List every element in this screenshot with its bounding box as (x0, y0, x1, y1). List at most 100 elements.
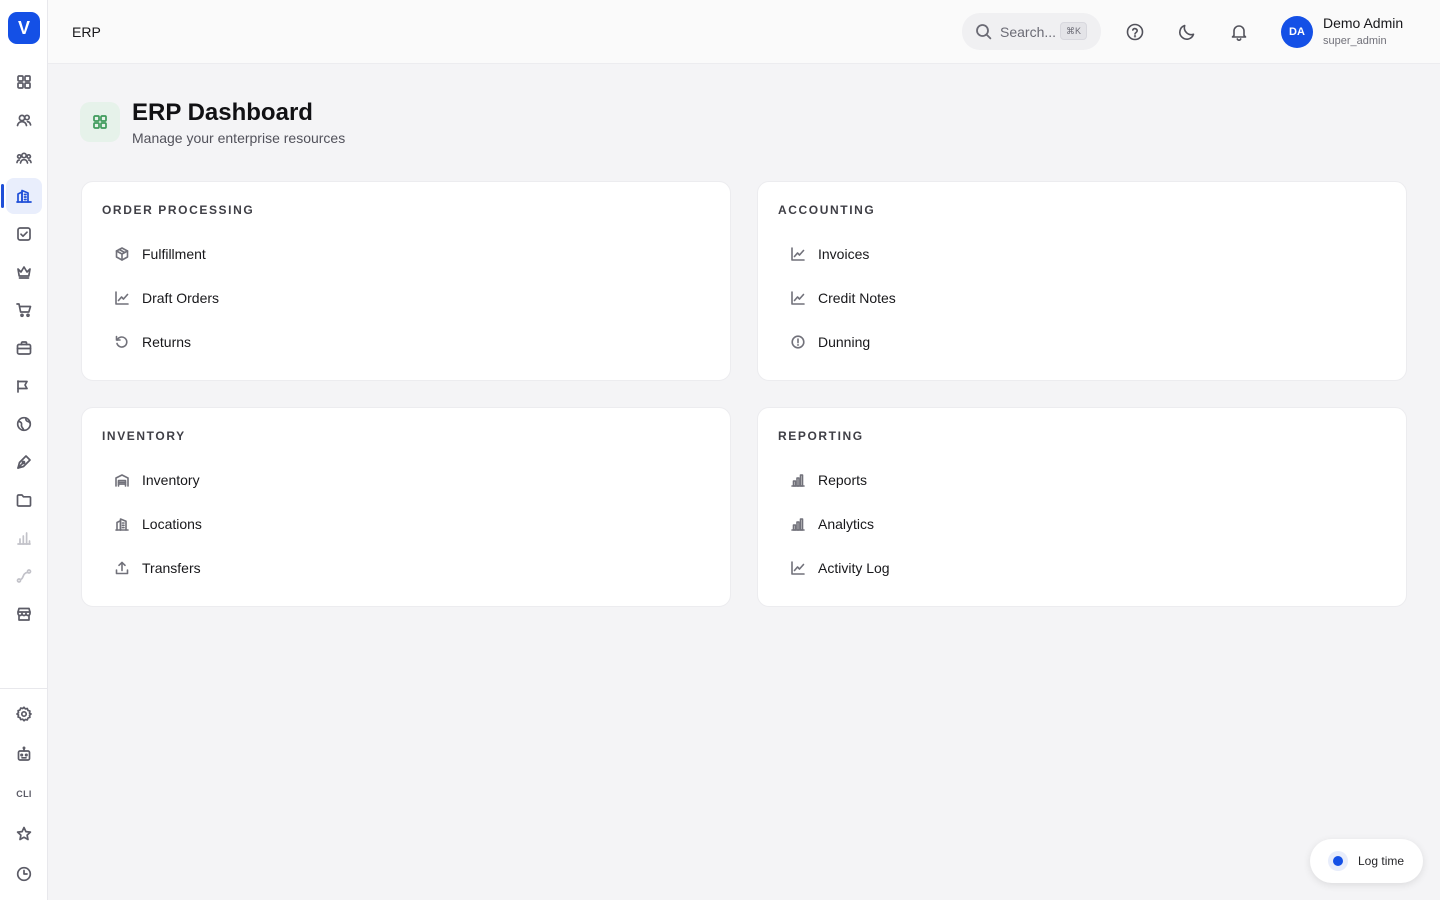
card-inventory: INVENTORY Inventory Locations Transfers (81, 407, 731, 607)
sidebar-divider (0, 688, 47, 689)
cli-label: CLI (16, 789, 32, 799)
bar-chart-icon (778, 473, 818, 487)
line-chart-icon (778, 561, 818, 575)
line-chart-icon (102, 291, 142, 305)
sidebar-item-workflows[interactable] (6, 558, 42, 594)
header-title: ERP (72, 24, 101, 40)
page-icon (80, 102, 120, 142)
sidebar-item-campaigns[interactable] (6, 368, 42, 404)
route-icon (16, 568, 32, 584)
sidebar-item-tasks[interactable] (6, 216, 42, 252)
app-logo[interactable]: V (8, 12, 40, 44)
link-analytics[interactable]: Analytics (778, 506, 1038, 542)
timer-icon (1328, 851, 1348, 871)
notifications-button[interactable] (1229, 22, 1249, 42)
star-icon (16, 826, 32, 842)
store-icon (16, 606, 32, 622)
user-role: super_admin (1323, 35, 1387, 47)
link-activity-log[interactable]: Activity Log (778, 550, 1038, 586)
line-chart-icon (778, 291, 818, 305)
moon-icon (1177, 22, 1197, 42)
cart-icon (16, 302, 32, 318)
top-header: ERP Search... ⌘K DA Demo Admin super_adm… (48, 0, 1440, 64)
link-returns[interactable]: Returns (102, 324, 362, 360)
link-label: Activity Log (818, 560, 890, 576)
log-time-button[interactable]: Log time (1310, 839, 1423, 883)
briefcase-icon (16, 340, 32, 356)
link-label: Credit Notes (818, 290, 896, 306)
theme-toggle-button[interactable] (1177, 22, 1197, 42)
megaphone-icon (16, 378, 32, 394)
link-label: Analytics (818, 516, 875, 532)
link-label: Reports (818, 472, 868, 488)
sidebar-item-design[interactable] (6, 444, 42, 480)
card-title: INVENTORY (102, 429, 186, 443)
link-inventory[interactable]: Inventory (102, 462, 362, 498)
globe-icon (16, 416, 32, 432)
team-icon (16, 150, 32, 166)
sidebar-item-store[interactable] (6, 596, 42, 632)
page-title: ERP Dashboard (132, 99, 313, 126)
link-label: Draft Orders (142, 290, 220, 306)
package-icon (102, 247, 142, 261)
building-icon (102, 517, 142, 531)
settings-button[interactable] (6, 696, 42, 732)
history-button[interactable] (6, 856, 42, 892)
user-name[interactable]: Demo Admin (1323, 15, 1403, 31)
link-label: Dunning (818, 334, 871, 350)
line-chart-icon (778, 247, 818, 261)
help-circle-icon (1125, 22, 1145, 42)
sidebar-item-stats[interactable] (6, 520, 42, 556)
link-label: Transfers (142, 560, 201, 576)
link-label: Returns (142, 334, 192, 350)
link-label: Inventory (142, 472, 200, 488)
cli-button[interactable]: CLI (6, 776, 42, 812)
link-reports[interactable]: Reports (778, 462, 1038, 498)
card-title: ORDER PROCESSING (102, 203, 255, 217)
clock-icon (16, 866, 32, 882)
link-transfers[interactable]: Transfers (102, 550, 362, 586)
upload-icon (102, 561, 142, 575)
sidebar-item-jobs[interactable] (6, 330, 42, 366)
link-dunning[interactable]: Dunning (778, 324, 1038, 360)
sidebar-item-teams[interactable] (6, 140, 42, 176)
link-credit-notes[interactable]: Credit Notes (778, 280, 1038, 316)
favorites-button[interactable] (6, 816, 42, 852)
help-button[interactable] (1125, 22, 1145, 42)
checkbox-icon (16, 226, 32, 242)
link-invoices[interactable]: Invoices (778, 236, 1038, 272)
gear-icon (16, 706, 32, 722)
users-icon (16, 112, 32, 128)
bell-icon (1229, 22, 1249, 42)
grid-icon (16, 74, 32, 90)
active-indicator (1, 184, 4, 208)
search-icon (975, 23, 992, 40)
alert-circle-icon (778, 335, 818, 349)
robot-icon (16, 746, 32, 762)
link-draft-orders[interactable]: Draft Orders (102, 280, 362, 316)
link-locations[interactable]: Locations (102, 506, 362, 542)
search-shortcut: ⌘K (1060, 22, 1087, 40)
sidebar-item-web[interactable] (6, 406, 42, 442)
building-icon (16, 188, 32, 204)
sidebar-item-premium[interactable] (6, 254, 42, 290)
sidebar-item-dashboard[interactable] (6, 64, 42, 100)
sidebar-item-shop[interactable] (6, 292, 42, 328)
folder-icon (16, 492, 32, 508)
card-title: ACCOUNTING (778, 203, 876, 217)
avatar[interactable]: DA (1281, 16, 1313, 48)
search-input[interactable]: Search... ⌘K (962, 13, 1101, 50)
search-placeholder: Search... (1000, 24, 1057, 40)
sidebar-item-users[interactable] (6, 102, 42, 138)
bot-button[interactable] (6, 736, 42, 772)
crown-icon (16, 264, 32, 280)
sidebar: V CLI (0, 0, 48, 900)
sidebar-item-files[interactable] (6, 482, 42, 518)
pen-icon (16, 454, 32, 470)
sidebar-item-erp[interactable] (6, 178, 42, 214)
link-label: Locations (142, 516, 202, 532)
bar-chart-icon (778, 517, 818, 531)
link-fulfillment[interactable]: Fulfillment (102, 236, 362, 272)
card-accounting: ACCOUNTING Invoices Credit Notes Dunning (757, 181, 1407, 381)
card-order-processing: ORDER PROCESSING Fulfillment Draft Order… (81, 181, 731, 381)
